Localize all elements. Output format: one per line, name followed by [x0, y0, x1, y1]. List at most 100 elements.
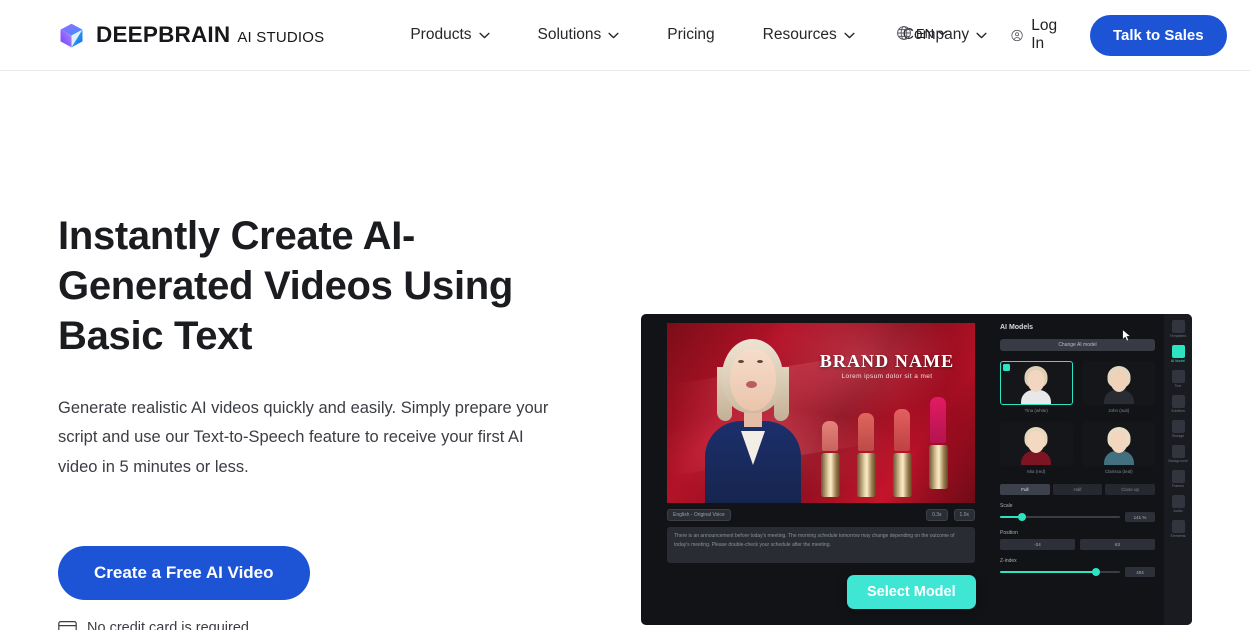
site-header: DEEPBRAIN AI STUDIOS Products Solutions … [0, 0, 1250, 71]
nav-label: Pricing [667, 26, 715, 43]
rail-label: Storage [1171, 434, 1185, 438]
rail-label: Templates [1169, 334, 1187, 338]
model-card[interactable]: Tina (white) [1000, 361, 1073, 413]
editor-tool-rail: Templates AI Model Text Subtitles Storag… [1164, 314, 1192, 625]
nav-item-pricing[interactable]: Pricing [643, 15, 738, 55]
zindex-value[interactable]: 404 [1125, 567, 1155, 577]
chevron-down-icon [478, 32, 490, 38]
scale-slider[interactable] [1000, 513, 1120, 521]
nav-label: Solutions [537, 26, 602, 43]
model-card[interactable]: Mia (red) [1000, 422, 1073, 474]
storage-icon [1171, 420, 1185, 433]
speed-chip[interactable]: 1.0x [953, 509, 975, 521]
scale-label: Scale [1000, 503, 1013, 509]
rail-item-templates[interactable]: Templates [1166, 320, 1190, 338]
position-label: Position [1000, 530, 1018, 536]
deepbrain-cube-logo-icon [60, 23, 83, 47]
nav-label: Products [410, 26, 472, 43]
tab-half[interactable]: Half [1052, 484, 1103, 495]
brand-logo[interactable]: DEEPBRAIN AI STUDIOS [58, 22, 324, 49]
rail-item-audio[interactable]: Audio [1166, 495, 1190, 513]
model-card[interactable]: John (suit) [1082, 361, 1155, 413]
hero-subtitle: Generate realistic AI videos quickly and… [58, 399, 549, 476]
chevron-down-icon [976, 32, 987, 38]
frames-icon [1171, 470, 1185, 483]
model-thumbnail[interactable] [1000, 361, 1073, 405]
zindex-slider-row: 404 [1000, 567, 1155, 577]
chevron-down-icon [938, 30, 947, 36]
templates-icon [1171, 320, 1185, 333]
rail-label: Frames [1171, 484, 1185, 488]
credit-card-icon [58, 621, 77, 630]
voice-language-chip[interactable]: English - Original Voice [667, 509, 731, 521]
rail-item-background[interactable]: Background [1166, 445, 1190, 463]
language-label: EN [916, 25, 935, 41]
create-free-ai-video-button[interactable]: Create a Free AI Video [58, 546, 310, 601]
zindex-slider[interactable] [1000, 568, 1120, 576]
stage-brand-subtitle: Lorem ipsum dolor sit a met [841, 373, 933, 380]
voice-language-label: English - Original Voice [673, 512, 725, 518]
hero-product-preview: BRAND NAME Lorem ipsum dolor sit a met E… [641, 71, 1192, 625]
subtitles-icon [1171, 395, 1185, 408]
brand-name: DEEPBRAIN [96, 21, 231, 47]
position-x-input[interactable]: -24 [1000, 539, 1075, 550]
rail-item-subtitles[interactable]: Subtitles [1166, 395, 1190, 413]
rail-label: Subtitles [1171, 409, 1185, 413]
chevron-down-icon [844, 32, 855, 38]
no-credit-card-note: No credit card is required [58, 620, 591, 630]
nav-item-products[interactable]: Products [386, 15, 513, 55]
background-icon [1171, 445, 1185, 458]
model-thumbnail[interactable] [1000, 422, 1073, 466]
language-switcher[interactable]: EN [896, 25, 947, 41]
position-row: -24 63 [1000, 539, 1155, 550]
position-y-input[interactable]: 63 [1080, 539, 1155, 550]
text-icon [1171, 370, 1185, 383]
video-preview-stage[interactable]: BRAND NAME Lorem ipsum dolor sit a met [667, 323, 975, 503]
duration-chip[interactable]: 0.3s [926, 509, 948, 521]
rail-label: Background [1168, 459, 1188, 463]
brand-suffix: AI STUDIOS [237, 28, 325, 46]
ai-presenter-avatar [705, 333, 801, 503]
stage-brand-title: BRAND NAME [819, 351, 955, 371]
rail-item-elements[interactable]: Elements [1166, 520, 1190, 538]
selected-indicator [1003, 364, 1010, 371]
rail-item-text[interactable]: Text [1166, 370, 1190, 388]
ai-model-grid: Tina (white) John (suit) Mia (red) Clari… [1000, 361, 1155, 474]
nav-item-solutions[interactable]: Solutions [514, 15, 644, 55]
change-ai-model-button[interactable]: Change AI model [1000, 339, 1155, 351]
ai-studios-app-mockup[interactable]: BRAND NAME Lorem ipsum dolor sit a met E… [641, 314, 1192, 625]
lipstick-product-graphic [819, 383, 969, 503]
tab-close-up[interactable]: Close up [1105, 484, 1156, 495]
globe-icon [897, 26, 911, 40]
ai-models-panel: AI Models Change AI model Tina (white) J… [996, 314, 1164, 625]
hero-section: Instantly Create AI-Generated Videos Usi… [0, 71, 1250, 630]
model-card[interactable]: Clarissa (teal) [1082, 422, 1155, 474]
model-thumbnail[interactable] [1082, 422, 1155, 466]
nav-label: Resources [762, 26, 837, 43]
select-model-button[interactable]: Select Model [847, 575, 976, 609]
speed-label: 1.0x [959, 512, 969, 518]
model-label: Mia (red) [1027, 469, 1046, 474]
panel-title: AI Models [1000, 324, 1034, 331]
tab-full[interactable]: Full [1000, 484, 1050, 495]
duration-label: 0.3s [932, 512, 942, 518]
model-label: John (suit) [1108, 408, 1130, 413]
rail-item-frames[interactable]: Frames [1166, 470, 1190, 488]
crop-tabs: Full Half Close up [1000, 484, 1156, 495]
rail-label: Audio [1173, 509, 1183, 513]
rail-label: Text [1174, 384, 1182, 388]
chevron-down-icon [608, 32, 619, 38]
scale-value[interactable]: 141 % [1125, 512, 1155, 522]
scene-toolbar: English - Original Voice 0.3s 1.0x [667, 508, 975, 522]
model-thumbnail[interactable] [1082, 361, 1155, 405]
hero-copy: Instantly Create AI-Generated Videos Usi… [58, 71, 591, 630]
nav-item-resources[interactable]: Resources [739, 15, 879, 55]
talk-to-sales-button[interactable]: Talk to Sales [1089, 14, 1227, 56]
elements-icon [1171, 520, 1185, 533]
user-circle-icon [1011, 29, 1023, 41]
login-button[interactable]: Log In [1011, 17, 1090, 53]
login-label: Log In [1031, 17, 1058, 52]
rail-item-storage[interactable]: Storage [1166, 420, 1190, 438]
script-textarea[interactable]: There is an announcement before today's … [667, 527, 975, 563]
rail-item-ai-model[interactable]: AI Model [1166, 345, 1190, 363]
